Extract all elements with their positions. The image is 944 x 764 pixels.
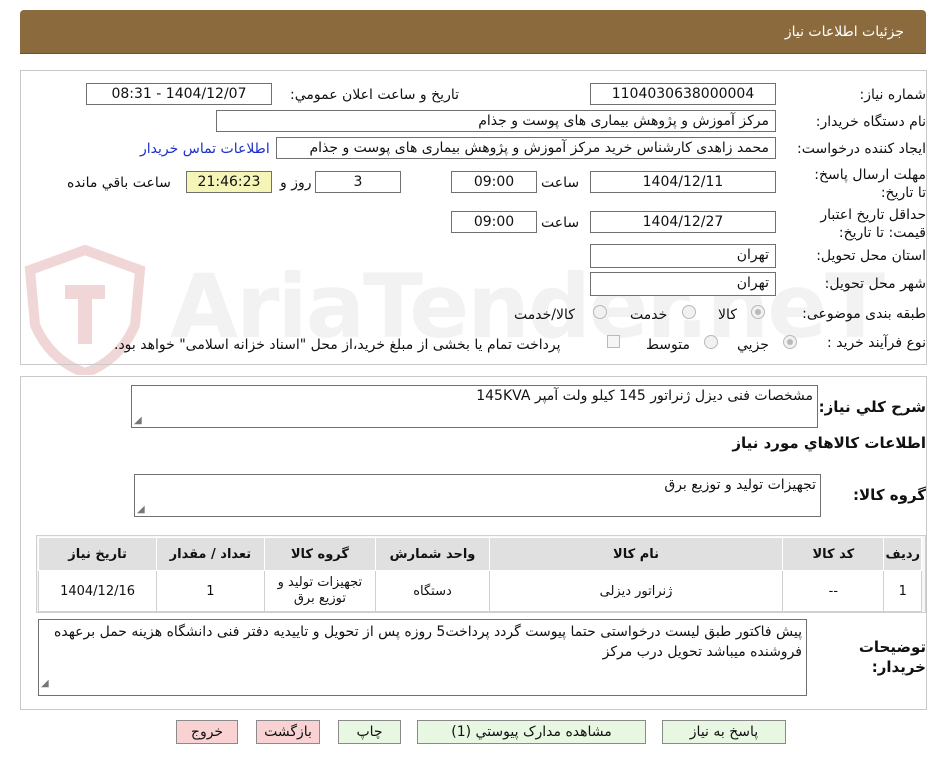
treasury-note: پرداخت تمام یا بخشی از مبلغ خرید،از محل … [114,337,561,353]
reply-button[interactable]: پاسخ به نیاز [662,720,786,744]
category-label: طبقه بندی موضوعی: [802,306,926,322]
price-validity-time-field: 09:00 [451,211,537,233]
category-option-goods-service: کالا/خدمت [514,307,575,323]
need-number-field: 1104030638000004 [590,83,776,105]
reply-deadline-date-field: 1404/12/11 [590,171,776,193]
buyer-org-field: مرکز آموزش و پژوهش بیماری های پوست و جذا… [216,110,776,132]
col-header-row-no: ردیف [883,537,922,571]
reply-time-label: ساعت [541,175,580,191]
cell-group: تجهیزات تولید و توزیع برق [263,570,377,612]
category-radio-goods[interactable] [751,305,765,319]
purchase-type-label: نوع فرآیند خرید : [827,335,926,351]
general-desc-text: مشخصات فنی دیزل ژنراتور 145 کیلو ولت آمپ… [476,388,813,404]
goods-group-label: گروه کالا: [853,486,926,504]
exit-button[interactable]: خروج [176,720,238,744]
buyer-notes-field: پیش فاکتور طبق لیست درخواستی حتما پیوست … [38,619,807,696]
purchase-radio-minor[interactable] [783,335,797,349]
col-header-item-name: نام کالا [488,537,784,571]
goods-group-text: تجهیزات تولید و توزیع برق [664,477,816,493]
reply-deadline-time-field: 09:00 [451,171,537,193]
purchase-option-medium: متوسط [646,337,690,353]
days-label: روز و [280,175,312,191]
buyer-contact-link[interactable]: اطلاعات تماس خریدار [140,141,270,157]
goods-group-field: تجهیزات تولید و توزیع برق ◢ [134,474,821,517]
price-validity-date-field: 1404/12/27 [590,211,776,233]
reply-deadline-label: مهلت ارسال پاسخ: تا تاریخ: [814,167,926,201]
buyer-org-label: نام دستگاه خریدار: [815,114,926,130]
need-number-label: شماره نیاز: [859,87,927,103]
requester-label: ایجاد کننده درخواست: [797,141,926,157]
cell-unit: دستگاه [375,570,490,612]
general-desc-label: شرح کلي نیاز: [818,398,926,416]
cell-need-date: 1404/12/16 [37,570,158,612]
category-radio-service[interactable] [682,305,696,319]
category-radio-goods-service[interactable] [593,305,607,319]
delivery-city-label: شهر محل تحویل: [824,276,926,292]
cell-item-code: -- [782,570,885,612]
price-validity-time-label: ساعت [541,215,580,231]
remaining-time-label: ساعت باقي مانده [67,175,171,191]
remaining-days-field: 3 [315,171,401,193]
general-desc-field: مشخصات فنی دیزل ژنراتور 145 کیلو ولت آمپ… [131,385,818,428]
goods-info-title: اطلاعات کالاهاي مورد نیاز [732,434,926,452]
items-table-header-row: ردیف کد کالا نام کالا واحد شمارش گروه کا… [37,537,922,571]
delivery-province-label: استان محل تحویل: [816,248,926,264]
announce-datetime-label: تاریخ و ساعت اعلان عمومي: [290,87,459,103]
remaining-time-field: 21:46:23 [186,171,272,193]
view-attachments-button[interactable]: مشاهده مدارک پیوستي (1) [417,720,646,744]
back-button[interactable]: بازگشت [256,720,320,744]
table-row: 1 -- ژنراتور دیزلی دستگاه تجهیزات تولید … [37,570,922,612]
col-header-quantity: تعداد / مقدار [156,537,265,571]
resize-grip-icon: ◢ [137,504,145,515]
buyer-notes-text: پیش فاکتور طبق لیست درخواستی حتما پیوست … [54,624,802,660]
price-validity-label: حداقل تاریخ اعتبار قیمت: تا تاریخ: [820,207,926,241]
col-header-need-date: تاریخ نیاز [37,537,158,571]
cell-row-no: 1 [883,570,922,612]
delivery-province-field: تهران [590,244,776,268]
print-button[interactable]: چاپ [338,720,401,744]
cell-quantity: 1 [156,570,265,612]
purchase-option-minor: جزیي [737,337,769,353]
category-option-goods: کالا [718,307,737,323]
col-header-item-code: کد کالا [782,537,885,571]
purchase-radio-medium[interactable] [704,335,718,349]
cell-item-name: ژنراتور دیزلی [488,570,784,612]
buyer-notes-label: توضیحات خریدار: [858,638,926,676]
requester-field: محمد زاهدی کارشناس خرید مرکز آموزش و پژو… [276,137,776,159]
col-header-group: گروه کالا [263,537,377,571]
items-table: ردیف کد کالا نام کالا واحد شمارش گروه کا… [37,537,922,612]
col-header-unit: واحد شمارش [375,537,490,571]
category-option-service: خدمت [630,307,668,323]
resize-grip-icon: ◢ [134,415,142,426]
page-title: جزئیات اطلاعات نیاز [784,24,904,40]
treasury-checkbox[interactable] [607,335,620,348]
announce-datetime-field: 1404/12/07 - 08:31 [86,83,272,105]
delivery-city-field: تهران [590,272,776,296]
resize-grip-icon: ◢ [41,678,49,689]
